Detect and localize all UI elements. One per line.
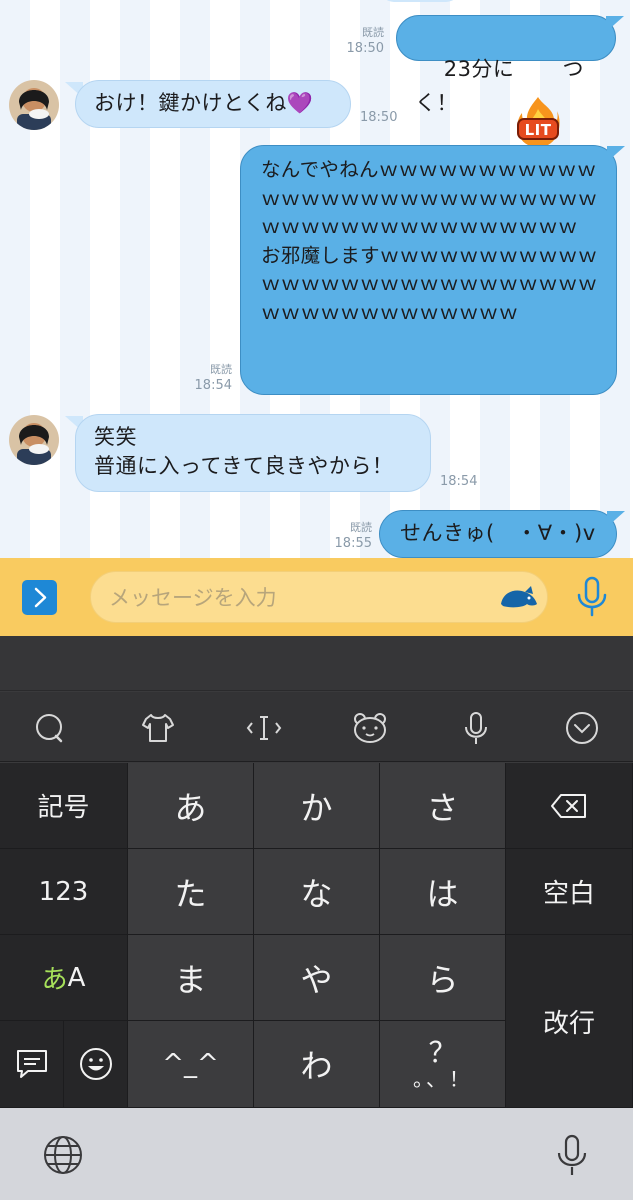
key-symbols[interactable]: 記号 (0, 763, 128, 849)
key-clipboard[interactable] (0, 1021, 64, 1108)
message-meta: 既読 18:54 (188, 362, 232, 394)
key-emoji[interactable] (64, 1021, 128, 1108)
message-bubble-in[interactable]: 笑笑 普通に入ってきて良きやから！ (75, 414, 431, 492)
key-return[interactable]: 改行 (506, 935, 633, 1108)
key-numbers[interactable]: 123 (0, 849, 128, 935)
key-delete[interactable] (506, 763, 633, 849)
message-input[interactable] (109, 582, 489, 614)
alpha-mode-label: A (67, 962, 86, 993)
message-meta: 既読 18:50 (340, 25, 384, 57)
message-time: 18:55 (334, 536, 372, 551)
avatar[interactable] (9, 80, 59, 130)
clipped-bubble (380, 0, 460, 2)
shirt-icon[interactable] (138, 708, 178, 748)
speech-bubble-icon (16, 1050, 47, 1078)
chevron-down-circle-icon[interactable] (562, 708, 602, 748)
message-time: 18:54 (440, 474, 478, 489)
bear-face-icon[interactable] (350, 708, 390, 748)
key-ha[interactable]: は (380, 849, 506, 935)
globe-icon[interactable] (42, 1134, 84, 1176)
keyboard: 記号 123 あA あ か さ た な は ま や ら ^_^ わ ？ 。、！ … (0, 636, 633, 1200)
message-time: 18:50 (360, 110, 398, 125)
key-ra[interactable]: ら (380, 935, 506, 1021)
key-ya[interactable]: や (254, 935, 380, 1021)
message-text: 23分に (443, 57, 515, 81)
key-input-mode[interactable]: あA (0, 935, 128, 1021)
key-kaomoji[interactable]: ^_^ (128, 1021, 254, 1108)
message-input-bar (0, 558, 633, 636)
avatar[interactable] (9, 415, 59, 465)
smiley-icon (79, 1048, 112, 1080)
message-bubble-in[interactable]: おけ！鍵かけとくね💜 (75, 80, 351, 128)
key-na[interactable]: な (254, 849, 380, 935)
search-icon[interactable] (30, 708, 70, 748)
chevron-right-icon[interactable] (22, 580, 57, 615)
key-ma[interactable]: ま (128, 935, 254, 1021)
message-bubble-out[interactable]: せんきゅ( ・∀・)v (379, 510, 617, 558)
read-receipt: 既読 (350, 521, 372, 534)
backspace-icon (551, 793, 586, 818)
microphone-icon[interactable] (456, 708, 496, 748)
lit-fire-sticker: LIT (514, 37, 562, 145)
message-field[interactable] (90, 571, 548, 623)
key-ta[interactable]: た (128, 849, 254, 935)
key-a[interactable]: あ (128, 763, 254, 849)
microphone-icon[interactable] (552, 1132, 592, 1180)
read-receipt: 既読 (210, 363, 232, 376)
keyboard-toolbar (0, 692, 633, 762)
chat-area[interactable]: 既読 18:50 23分に LIT つく！ おけ！鍵かけとくね💜 18:50 既… (0, 0, 633, 558)
message-time: 18:50 (346, 41, 384, 56)
message-meta: 既読 18:55 (328, 520, 372, 552)
key-space[interactable]: 空白 (506, 849, 633, 935)
message-time: 18:54 (194, 378, 232, 393)
key-ka[interactable]: か (254, 763, 380, 849)
keyboard-system-row (0, 1108, 633, 1200)
message-bubble-out[interactable]: 23分に LIT つく！ (396, 15, 616, 145)
key-punctuation[interactable]: ？ 。、！ (380, 1021, 506, 1108)
svg-text:LIT: LIT (525, 121, 552, 139)
bubble-tail (607, 511, 625, 527)
question-mark-label: ？ (428, 1036, 457, 1069)
kana-mode-label: あ (41, 965, 68, 995)
sticker-icon[interactable] (499, 584, 539, 612)
microphone-icon[interactable] (574, 575, 610, 619)
read-receipt: 既読 (362, 26, 384, 39)
cursor-icon[interactable] (244, 708, 284, 748)
key-wa[interactable]: わ (254, 1021, 380, 1108)
keyboard-candidate-bar (0, 636, 633, 691)
message-bubble-out[interactable]: なんでやねんｗｗｗｗｗｗｗｗｗｗｗｗｗｗｗｗｗｗｗｗｗｗｗｗｗｗｗｗｗｗｗｗｗｗ… (240, 145, 617, 395)
key-sa[interactable]: さ (380, 763, 506, 849)
punctuation-label: 。、！ (413, 1067, 472, 1091)
